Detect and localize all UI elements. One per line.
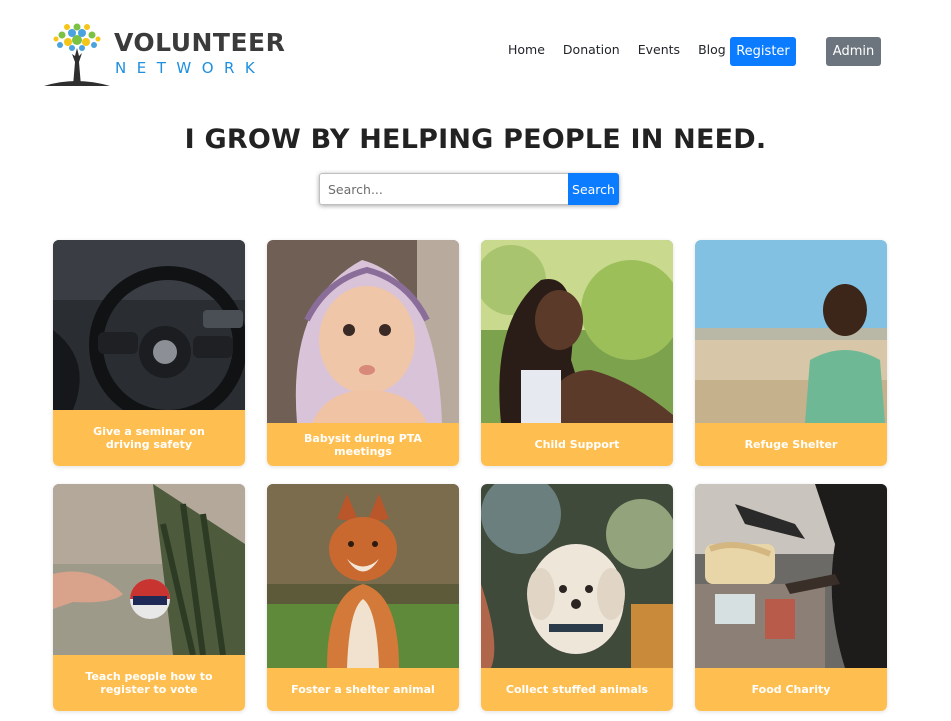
card-title: Collect stuffed animals — [481, 668, 673, 711]
card-voter-registration[interactable]: Teach people how to register to vote — [53, 484, 245, 711]
card-title: Babysit during PTA meetings — [267, 423, 459, 466]
search-input[interactable] — [319, 173, 568, 205]
nav-link-donation[interactable]: Donation — [563, 42, 620, 57]
card-driving-seminar[interactable]: Give a seminar on driving safety — [53, 240, 245, 466]
hero-title: I GROW BY HELPING PEOPLE IN NEED. — [184, 124, 767, 155]
card-title: Food Charity — [695, 668, 887, 711]
white-dog-image — [481, 484, 673, 668]
search-button[interactable]: Search — [568, 173, 619, 205]
brand-name-primary: VOLUNTEER — [114, 28, 286, 57]
baby-image — [267, 240, 459, 423]
food-market-image — [695, 484, 887, 668]
main-nav: Home Donation Events Blog — [508, 42, 744, 57]
card-title: Child Support — [481, 423, 673, 466]
steering-wheel-image — [53, 240, 245, 410]
card-foster-animal[interactable]: Foster a shelter animal — [267, 484, 459, 711]
register-button[interactable]: Register — [730, 37, 796, 66]
card-title: Foster a shelter animal — [267, 668, 459, 711]
card-refuge-shelter[interactable]: Refuge Shelter — [695, 240, 887, 466]
card-title: Teach people how to register to vote — [53, 655, 245, 711]
brand-logo[interactable]: VOLUNTEER NETWORK — [42, 18, 285, 90]
smiling-girl-image — [481, 240, 673, 423]
card-child-support[interactable]: Child Support — [481, 240, 673, 466]
admin-button[interactable]: Admin — [826, 37, 881, 66]
card-stuffed-animals[interactable]: Collect stuffed animals — [481, 484, 673, 711]
card-title: Refuge Shelter — [695, 423, 887, 466]
card-babysit[interactable]: Babysit during PTA meetings — [267, 240, 459, 466]
i-voted-sticker-image — [53, 484, 245, 655]
fox-image — [267, 484, 459, 668]
nav-link-events[interactable]: Events — [638, 42, 680, 57]
nav-link-blog[interactable]: Blog — [698, 42, 726, 57]
site-header: VOLUNTEER NETWORK Home Donation Events B… — [0, 0, 951, 100]
card-food-charity[interactable]: Food Charity — [695, 484, 887, 711]
nav-link-home[interactable]: Home — [508, 42, 545, 57]
brand-name-secondary: NETWORK — [115, 59, 266, 77]
tree-logo-icon — [42, 18, 112, 88]
boy-in-field-image — [695, 240, 887, 423]
card-title: Give a seminar on driving safety — [53, 410, 245, 466]
search-bar: Search — [319, 173, 619, 205]
